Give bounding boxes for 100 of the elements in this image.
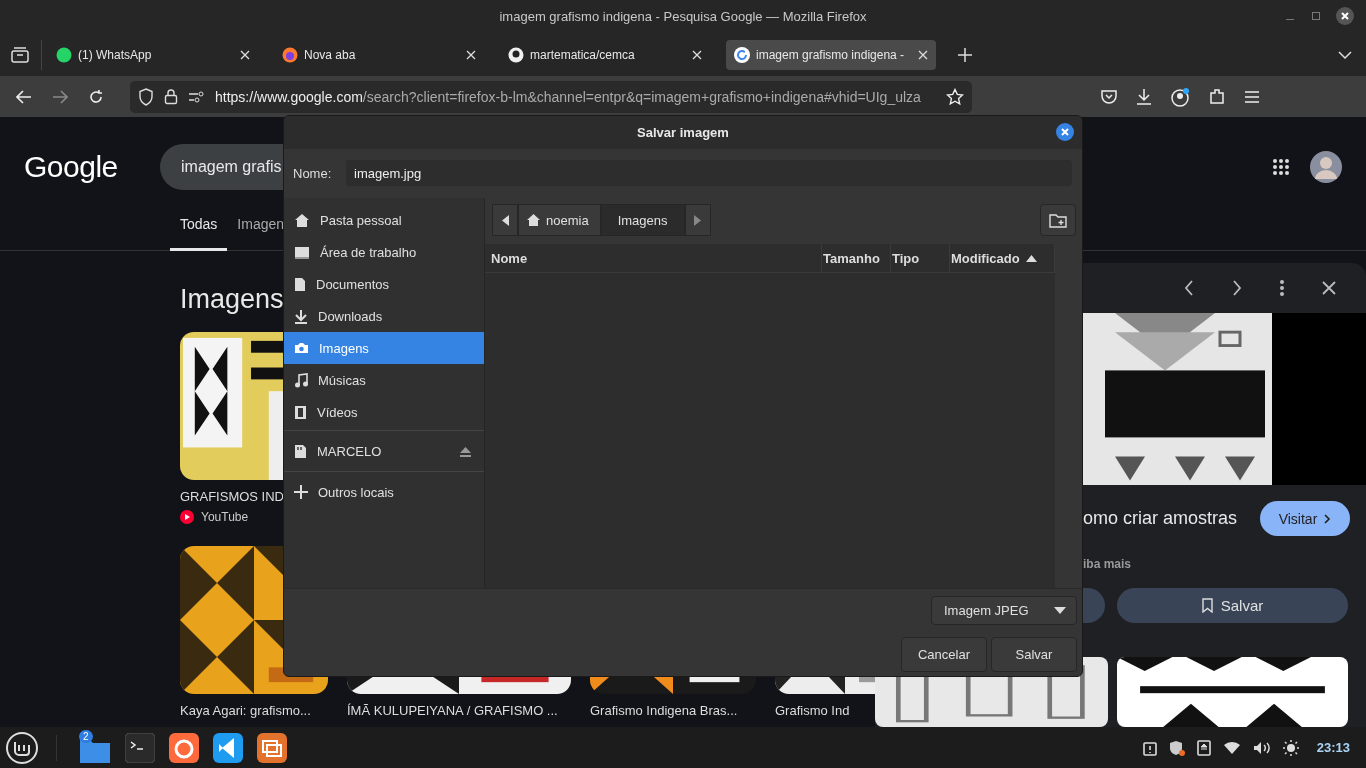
close-icon[interactable] bbox=[1322, 280, 1336, 295]
code-editor-icon[interactable] bbox=[213, 732, 243, 763]
close-icon[interactable] bbox=[918, 49, 928, 60]
sidebar-item[interactable]: Imagens bbox=[284, 332, 484, 364]
sidebar-item[interactable]: Vídeos bbox=[284, 396, 484, 428]
result-title[interactable]: omo criar amostras bbox=[1083, 508, 1238, 529]
save-button[interactable]: Salvar bbox=[1117, 588, 1348, 623]
tab-overview-icon[interactable] bbox=[11, 46, 29, 63]
section-heading: Imagens bbox=[180, 284, 284, 316]
close-icon[interactable] bbox=[466, 49, 476, 60]
save-button[interactable]: Salvar bbox=[991, 637, 1077, 672]
path-segment[interactable]: noemia bbox=[518, 204, 601, 236]
browser-logo-icon[interactable] bbox=[169, 732, 199, 763]
new-tab-icon[interactable] bbox=[958, 47, 972, 62]
home-icon bbox=[294, 212, 310, 228]
chevron-left-icon[interactable] bbox=[1184, 279, 1194, 296]
chevron-down-icon[interactable] bbox=[1338, 50, 1352, 59]
close-icon[interactable] bbox=[1336, 7, 1354, 25]
download-icon bbox=[294, 308, 308, 324]
browser-logo-icon bbox=[282, 46, 298, 63]
home-icon bbox=[526, 213, 541, 227]
camera-icon bbox=[294, 342, 309, 354]
menu-logo-icon[interactable] bbox=[6, 731, 38, 764]
logo[interactable]: Google bbox=[24, 150, 160, 184]
close-icon[interactable] bbox=[1056, 123, 1074, 141]
column-header[interactable]: Modificado bbox=[950, 244, 1055, 272]
play-icon bbox=[180, 510, 194, 524]
new-folder-button[interactable] bbox=[1040, 204, 1076, 236]
star-icon[interactable] bbox=[946, 87, 964, 106]
close-icon[interactable] bbox=[240, 49, 250, 60]
folder-plus-icon bbox=[1049, 212, 1067, 228]
dialog-title: Salvar imagem bbox=[637, 125, 729, 140]
sidebar-item[interactable]: Outros locais bbox=[284, 474, 484, 510]
notification-badge: 2 bbox=[79, 729, 93, 743]
extensions-icon[interactable] bbox=[1208, 87, 1226, 106]
image-caption[interactable]: Grafismo Ind bbox=[775, 703, 875, 718]
column-header[interactable]: Nome bbox=[490, 244, 822, 272]
clock[interactable]: 23:13 bbox=[1316, 740, 1350, 755]
shield-icon bbox=[138, 87, 154, 106]
path-back-button[interactable] bbox=[492, 204, 518, 236]
plus-icon bbox=[294, 485, 308, 499]
sd-card-icon bbox=[294, 443, 307, 459]
pocket-icon[interactable] bbox=[1100, 88, 1118, 105]
maximize-icon[interactable] bbox=[1310, 10, 1322, 22]
address-field[interactable]: https://www.google.com/search?client=firefox-b-lm&channel=entpr&q=imagem+grafismo+indigena#vhid=UIg_ulza bbox=[130, 80, 972, 113]
chat-icon bbox=[56, 46, 72, 63]
more-icon[interactable] bbox=[1280, 279, 1284, 296]
triangle-right-icon bbox=[694, 214, 701, 226]
close-icon[interactable] bbox=[692, 49, 702, 60]
account-icon[interactable] bbox=[1170, 86, 1190, 107]
image-caption[interactable]: Grafismo Indigena Bras... bbox=[590, 703, 756, 718]
search-logo-icon bbox=[734, 46, 750, 63]
window-title: imagem grafismo indigena - Pesquisa Google — Mozilla Firefox bbox=[499, 9, 867, 24]
apps-grid-icon[interactable] bbox=[1272, 158, 1290, 176]
browser-tab[interactable]: martematica/cemca bbox=[500, 39, 710, 70]
sidebar-item[interactable]: Documentos bbox=[284, 268, 484, 300]
image-caption[interactable]: Kaya Agari: grafismo... bbox=[180, 703, 328, 718]
visit-button[interactable]: Visitar bbox=[1260, 501, 1350, 536]
music-note-icon bbox=[294, 372, 308, 388]
permissions-icon bbox=[188, 90, 205, 103]
browser-tab[interactable]: imagem grafismo indigena - bbox=[726, 39, 936, 70]
wifi-icon[interactable] bbox=[1222, 740, 1241, 755]
image-caption[interactable]: ÍMÃ KULUPEIYANA / GRAFISMO ... bbox=[347, 703, 571, 718]
menu-icon[interactable] bbox=[1244, 89, 1260, 104]
sidebar-item[interactable]: Músicas bbox=[284, 364, 484, 396]
forward-icon[interactable] bbox=[52, 89, 68, 104]
film-icon bbox=[294, 404, 307, 420]
reload-icon[interactable] bbox=[88, 88, 104, 105]
path-forward-button[interactable] bbox=[684, 204, 711, 236]
document-icon bbox=[294, 276, 306, 292]
sidebar-item[interactable]: Pasta pessoal bbox=[284, 204, 484, 236]
bookmark-icon bbox=[1201, 598, 1213, 613]
search-tab[interactable]: Todas bbox=[170, 200, 228, 251]
windows-icon[interactable] bbox=[257, 732, 287, 763]
lock-icon bbox=[164, 88, 178, 105]
browser-tab[interactable]: (1) WhatsApp bbox=[48, 39, 258, 70]
column-header[interactable]: Tamanho bbox=[822, 244, 891, 272]
eject-icon[interactable] bbox=[1196, 739, 1211, 756]
terminal-icon[interactable] bbox=[125, 732, 155, 763]
download-icon[interactable] bbox=[1136, 88, 1152, 105]
source-label: YouTube bbox=[201, 510, 249, 524]
sidebar-item[interactable]: Downloads bbox=[284, 300, 484, 332]
path-segment[interactable]: Imagens bbox=[600, 204, 685, 236]
sidebar-item[interactable]: MARCELO bbox=[284, 433, 484, 469]
avatar[interactable] bbox=[1310, 151, 1342, 183]
chevron-right-icon bbox=[1324, 513, 1332, 524]
shield-icon[interactable] bbox=[1168, 739, 1185, 756]
name-field[interactable]: imagem.jpg bbox=[346, 160, 1072, 186]
cancel-button[interactable]: Cancelar bbox=[901, 637, 987, 672]
learn-more-label: iba mais bbox=[1083, 557, 1133, 571]
clipboard-icon[interactable] bbox=[1142, 739, 1157, 756]
chevron-right-icon[interactable] bbox=[1232, 279, 1242, 296]
column-header[interactable]: Tipo bbox=[891, 244, 950, 272]
sidebar-item[interactable]: Área de trabalho bbox=[284, 236, 484, 268]
volume-icon[interactable] bbox=[1252, 740, 1271, 755]
back-icon[interactable] bbox=[16, 89, 32, 104]
browser-tab[interactable]: Nova aba bbox=[274, 39, 484, 70]
file-type-dropdown[interactable]: Imagem JPEG bbox=[931, 596, 1077, 625]
monitor-icon bbox=[294, 245, 310, 259]
brightness-icon[interactable] bbox=[1282, 739, 1299, 756]
